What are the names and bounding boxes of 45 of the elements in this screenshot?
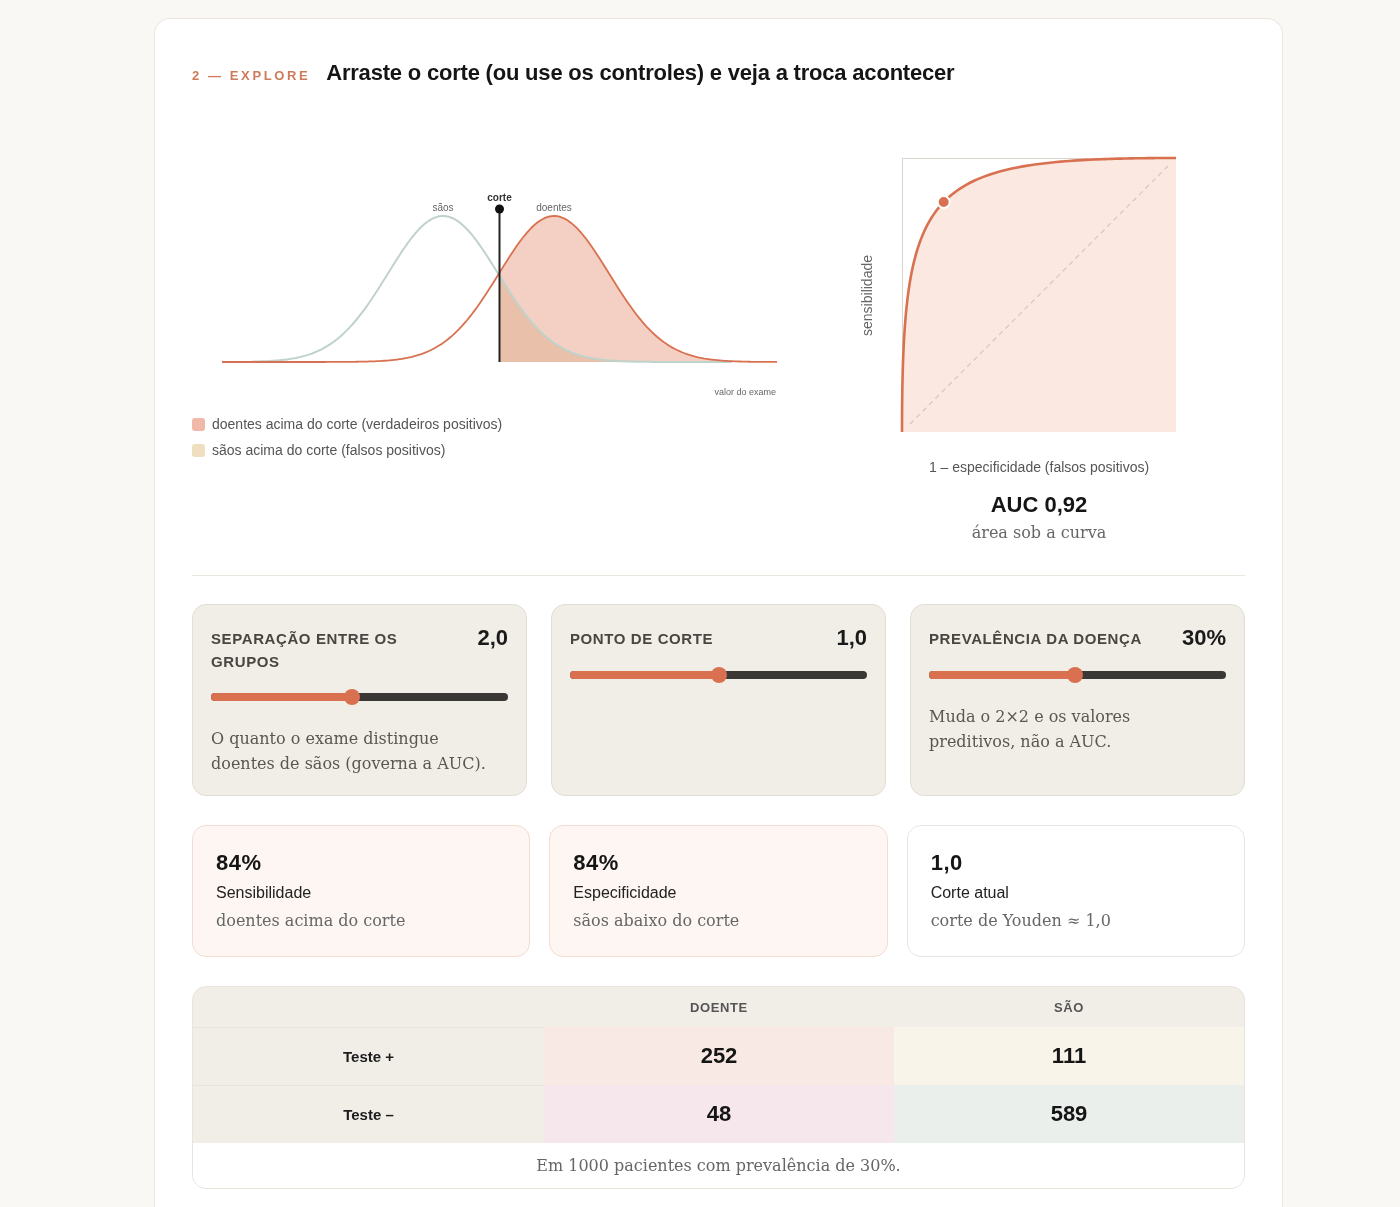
curve-label: sãos [432, 202, 454, 213]
cutoff-label: corte [487, 192, 512, 203]
column-header: DOENTE [690, 999, 748, 1015]
axis-label: 1 – especificidade (falsos positivos) [928, 458, 1150, 476]
auc-caption: área sob a curva [971, 522, 1107, 544]
stat-label: Sensibilidade [216, 883, 312, 903]
control-label: PREVALÊNCIA DA DOENÇA [929, 629, 1142, 649]
slider-thumb[interactable] [344, 689, 361, 705]
control-description: O quanto o exame distingue doentes de sãos (governa a AUC). [211, 728, 487, 775]
stat-caption: doentes acima do corte [216, 910, 406, 932]
control-value: 1,0 [836, 625, 867, 651]
control-description: Muda o 2×2 e os valores preditivos, não a AUC. [929, 706, 1132, 753]
row-header: Teste + [343, 1048, 394, 1065]
legend-label: doentes acima do corte (verdadeiros positivos) [212, 415, 503, 433]
table-cell: 252 [544, 1027, 894, 1085]
legend-label: sãos acima do corte (falsos positivos) [212, 441, 446, 459]
table-cell: 111 [894, 1027, 1244, 1085]
stat-value: 84% [216, 849, 262, 877]
table-cell: 589 [894, 1085, 1244, 1143]
section-eyebrow: 2 — EXPLORE [192, 68, 311, 83]
axis-label: valor do exame [714, 387, 776, 397]
slider-track[interactable] [570, 667, 867, 683]
stat-value: 1,0 [930, 849, 963, 877]
slider-thumb[interactable] [710, 667, 727, 683]
slider-track[interactable] [929, 667, 1226, 683]
row-header: Teste – [343, 1106, 394, 1123]
control-value: 30% [1181, 625, 1226, 651]
column-header: SÃO [1054, 999, 1084, 1015]
table-footnote: Em 1000 pacientes com prevalência de 30%. [193, 1143, 1244, 1188]
slider-thumb[interactable] [1066, 667, 1083, 683]
stat-value: 84% [573, 849, 619, 877]
stat-label: Especificidade [573, 883, 677, 903]
section-title: Arraste o corte (ou use os controles) e veja a troca acontecer [326, 59, 955, 87]
control-label: SEPARAÇÃO ENTRE OS GRUPOS [211, 629, 399, 672]
axis-label: sensibilidade [859, 254, 875, 336]
control-label: PONTO DE CORTE [570, 629, 714, 649]
cutoff-marker[interactable] [495, 204, 504, 363]
auc-value: AUC 0,92 [990, 491, 1088, 519]
stat-caption: sãos abaixo do corte [573, 910, 740, 932]
stat-label: Corte atual [930, 883, 1009, 903]
slider-track[interactable] [211, 689, 508, 705]
control-value: 2,0 [477, 625, 508, 651]
stat-caption: corte de Youden ≈ 1,0 [930, 910, 1111, 932]
curve-label: doentes [536, 202, 572, 213]
table-cell: 48 [544, 1085, 894, 1143]
